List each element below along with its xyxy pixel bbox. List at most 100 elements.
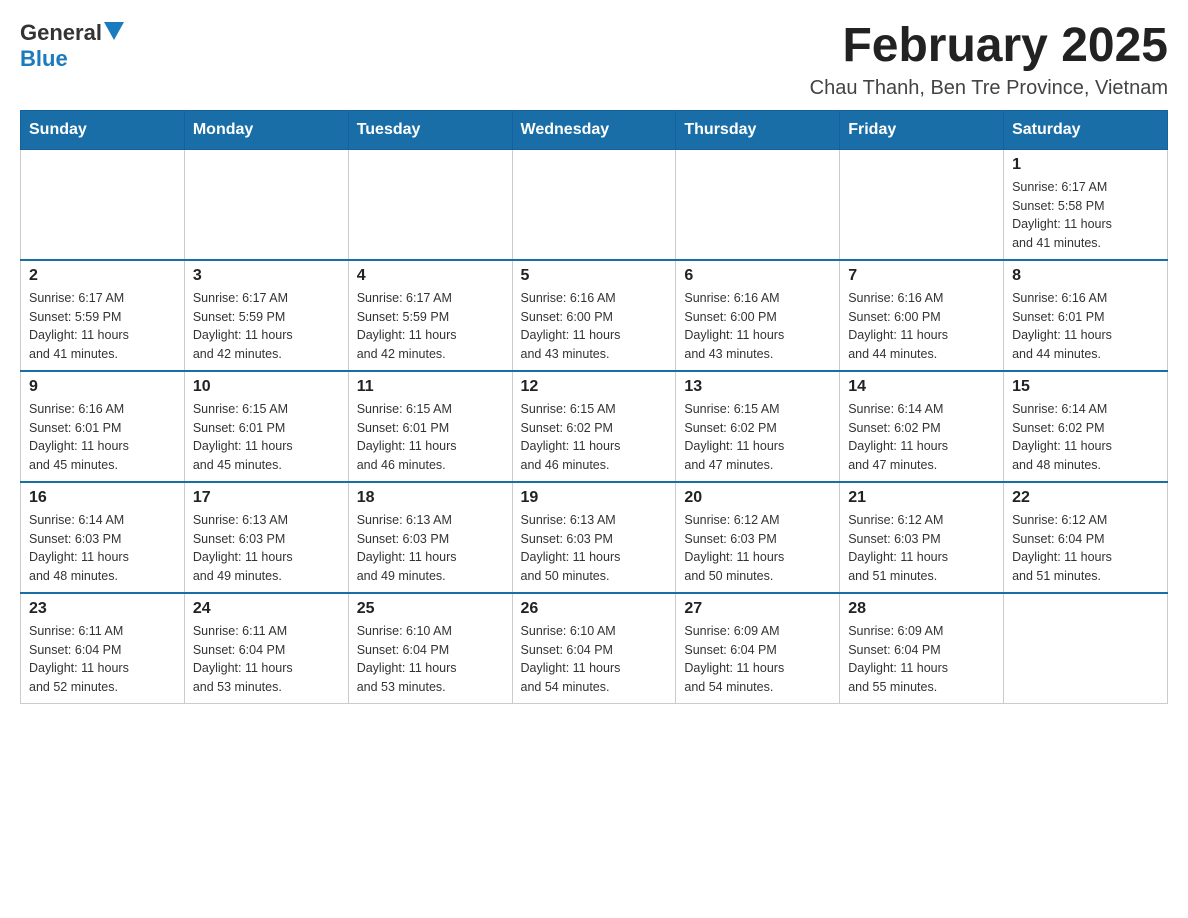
calendar-cell	[348, 149, 512, 260]
calendar-cell: 5Sunrise: 6:16 AM Sunset: 6:00 PM Daylig…	[512, 260, 676, 371]
day-info: Sunrise: 6:14 AM Sunset: 6:03 PM Dayligh…	[29, 511, 176, 586]
day-number: 12	[521, 378, 668, 396]
day-number: 23	[29, 600, 176, 618]
day-number: 2	[29, 267, 176, 285]
day-number: 18	[357, 489, 504, 507]
weekday-header-wednesday: Wednesday	[512, 110, 676, 149]
calendar-cell: 1 Sunrise: 6:17 AM Sunset: 5:58 PM Daylig…	[1004, 149, 1168, 260]
day-info: Sunrise: 6:12 AM Sunset: 6:04 PM Dayligh…	[1012, 511, 1159, 586]
day-info: Sunrise: 6:17 AM Sunset: 5:59 PM Dayligh…	[357, 289, 504, 364]
calendar-week-3: 9 Sunrise: 6:16 AM Sunset: 6:01 PM Daylig…	[21, 371, 1168, 482]
calendar-cell: 22 Sunrise: 6:12 AM Sunset: 6:04 PM Dayli…	[1004, 482, 1168, 593]
calendar-cell: 14 Sunrise: 6:14 AM Sunset: 6:02 PM Dayli…	[840, 371, 1004, 482]
day-number: 7	[848, 267, 995, 285]
day-info: Sunrise: 6:16 AM Sunset: 6:00 PM Dayligh…	[521, 289, 668, 364]
calendar-cell: 3Sunrise: 6:17 AM Sunset: 5:59 PM Daylig…	[184, 260, 348, 371]
calendar-cell: 9 Sunrise: 6:16 AM Sunset: 6:01 PM Daylig…	[21, 371, 185, 482]
logo-general: General	[20, 20, 102, 46]
day-info: Sunrise: 6:09 AM Sunset: 6:04 PM Dayligh…	[848, 622, 995, 697]
weekday-header-tuesday: Tuesday	[348, 110, 512, 149]
calendar-week-5: 23 Sunrise: 6:11 AM Sunset: 6:04 PM Dayli…	[21, 593, 1168, 704]
calendar-cell	[21, 149, 185, 260]
day-number: 24	[193, 600, 340, 618]
calendar-cell: 4 Sunrise: 6:17 AM Sunset: 5:59 PM Daylig…	[348, 260, 512, 371]
calendar-cell	[512, 149, 676, 260]
day-info: Sunrise: 6:17 AM Sunset: 5:59 PM Dayligh…	[29, 289, 176, 364]
calendar-cell: 17Sunrise: 6:13 AM Sunset: 6:03 PM Dayli…	[184, 482, 348, 593]
logo-blue: Blue	[20, 46, 68, 72]
day-info: Sunrise: 6:16 AM Sunset: 6:00 PM Dayligh…	[848, 289, 995, 364]
day-info: Sunrise: 6:14 AM Sunset: 6:02 PM Dayligh…	[848, 400, 995, 475]
day-number: 21	[848, 489, 995, 507]
day-number: 15	[1012, 378, 1159, 396]
calendar-week-4: 16Sunrise: 6:14 AM Sunset: 6:03 PM Dayli…	[21, 482, 1168, 593]
page-header: General Blue February 2025 Chau Thanh, B…	[20, 20, 1168, 100]
day-info: Sunrise: 6:10 AM Sunset: 6:04 PM Dayligh…	[521, 622, 668, 697]
day-info: Sunrise: 6:12 AM Sunset: 6:03 PM Dayligh…	[848, 511, 995, 586]
logo: General Blue	[20, 20, 124, 72]
title-section: February 2025 Chau Thanh, Ben Tre Provin…	[810, 20, 1168, 100]
day-number: 8	[1012, 267, 1159, 285]
weekday-header-row: SundayMondayTuesdayWednesdayThursdayFrid…	[21, 110, 1168, 149]
calendar-cell: 16Sunrise: 6:14 AM Sunset: 6:03 PM Dayli…	[21, 482, 185, 593]
day-number: 3	[193, 267, 340, 285]
page-title: February 2025	[810, 20, 1168, 73]
calendar-cell: 23 Sunrise: 6:11 AM Sunset: 6:04 PM Dayli…	[21, 593, 185, 704]
day-number: 27	[684, 600, 831, 618]
calendar-cell	[1004, 593, 1168, 704]
calendar-table: SundayMondayTuesdayWednesdayThursdayFrid…	[20, 110, 1168, 704]
calendar-cell: 19 Sunrise: 6:13 AM Sunset: 6:03 PM Dayli…	[512, 482, 676, 593]
weekday-header-sunday: Sunday	[21, 110, 185, 149]
calendar-cell: 26 Sunrise: 6:10 AM Sunset: 6:04 PM Dayli…	[512, 593, 676, 704]
calendar-cell: 13 Sunrise: 6:15 AM Sunset: 6:02 PM Dayli…	[676, 371, 840, 482]
day-info: Sunrise: 6:10 AM Sunset: 6:04 PM Dayligh…	[357, 622, 504, 697]
day-info: Sunrise: 6:11 AM Sunset: 6:04 PM Dayligh…	[29, 622, 176, 697]
calendar-cell: 28 Sunrise: 6:09 AM Sunset: 6:04 PM Dayli…	[840, 593, 1004, 704]
day-number: 28	[848, 600, 995, 618]
calendar-week-2: 2 Sunrise: 6:17 AM Sunset: 5:59 PM Daylig…	[21, 260, 1168, 371]
weekday-header-saturday: Saturday	[1004, 110, 1168, 149]
calendar-cell: 8Sunrise: 6:16 AM Sunset: 6:01 PM Daylig…	[1004, 260, 1168, 371]
day-info: Sunrise: 6:12 AM Sunset: 6:03 PM Dayligh…	[684, 511, 831, 586]
day-info: Sunrise: 6:13 AM Sunset: 6:03 PM Dayligh…	[193, 511, 340, 586]
calendar-cell	[840, 149, 1004, 260]
day-number: 14	[848, 378, 995, 396]
day-info: Sunrise: 6:15 AM Sunset: 6:01 PM Dayligh…	[357, 400, 504, 475]
day-number: 10	[193, 378, 340, 396]
calendar-cell: 10 Sunrise: 6:15 AM Sunset: 6:01 PM Dayli…	[184, 371, 348, 482]
day-info: Sunrise: 6:16 AM Sunset: 6:00 PM Dayligh…	[684, 289, 831, 364]
day-info: Sunrise: 6:15 AM Sunset: 6:02 PM Dayligh…	[521, 400, 668, 475]
calendar-cell: 12 Sunrise: 6:15 AM Sunset: 6:02 PM Dayli…	[512, 371, 676, 482]
day-info: Sunrise: 6:09 AM Sunset: 6:04 PM Dayligh…	[684, 622, 831, 697]
day-number: 11	[357, 378, 504, 396]
day-info: Sunrise: 6:13 AM Sunset: 6:03 PM Dayligh…	[521, 511, 668, 586]
day-info: Sunrise: 6:15 AM Sunset: 6:02 PM Dayligh…	[684, 400, 831, 475]
calendar-cell: 24Sunrise: 6:11 AM Sunset: 6:04 PM Dayli…	[184, 593, 348, 704]
day-number: 1	[1012, 156, 1159, 174]
day-number: 25	[357, 600, 504, 618]
day-number: 4	[357, 267, 504, 285]
calendar-cell: 6 Sunrise: 6:16 AM Sunset: 6:00 PM Daylig…	[676, 260, 840, 371]
calendar-cell	[184, 149, 348, 260]
calendar-cell: 21 Sunrise: 6:12 AM Sunset: 6:03 PM Dayli…	[840, 482, 1004, 593]
day-number: 9	[29, 378, 176, 396]
day-info: Sunrise: 6:15 AM Sunset: 6:01 PM Dayligh…	[193, 400, 340, 475]
day-info: Sunrise: 6:14 AM Sunset: 6:02 PM Dayligh…	[1012, 400, 1159, 475]
day-number: 22	[1012, 489, 1159, 507]
day-number: 6	[684, 267, 831, 285]
calendar-week-1: 1 Sunrise: 6:17 AM Sunset: 5:58 PM Daylig…	[21, 149, 1168, 260]
logo-triangle-icon	[104, 22, 124, 40]
day-number: 20	[684, 489, 831, 507]
page-subtitle: Chau Thanh, Ben Tre Province, Vietnam	[810, 77, 1168, 100]
day-number: 19	[521, 489, 668, 507]
day-number: 13	[684, 378, 831, 396]
day-info: Sunrise: 6:17 AM Sunset: 5:58 PM Dayligh…	[1012, 178, 1159, 253]
weekday-header-friday: Friday	[840, 110, 1004, 149]
calendar-cell: 7 Sunrise: 6:16 AM Sunset: 6:00 PM Daylig…	[840, 260, 1004, 371]
calendar-cell: 18 Sunrise: 6:13 AM Sunset: 6:03 PM Dayli…	[348, 482, 512, 593]
day-number: 26	[521, 600, 668, 618]
calendar-cell: 11 Sunrise: 6:15 AM Sunset: 6:01 PM Dayli…	[348, 371, 512, 482]
day-info: Sunrise: 6:16 AM Sunset: 6:01 PM Dayligh…	[29, 400, 176, 475]
day-info: Sunrise: 6:13 AM Sunset: 6:03 PM Dayligh…	[357, 511, 504, 586]
calendar-cell: 15 Sunrise: 6:14 AM Sunset: 6:02 PM Dayli…	[1004, 371, 1168, 482]
